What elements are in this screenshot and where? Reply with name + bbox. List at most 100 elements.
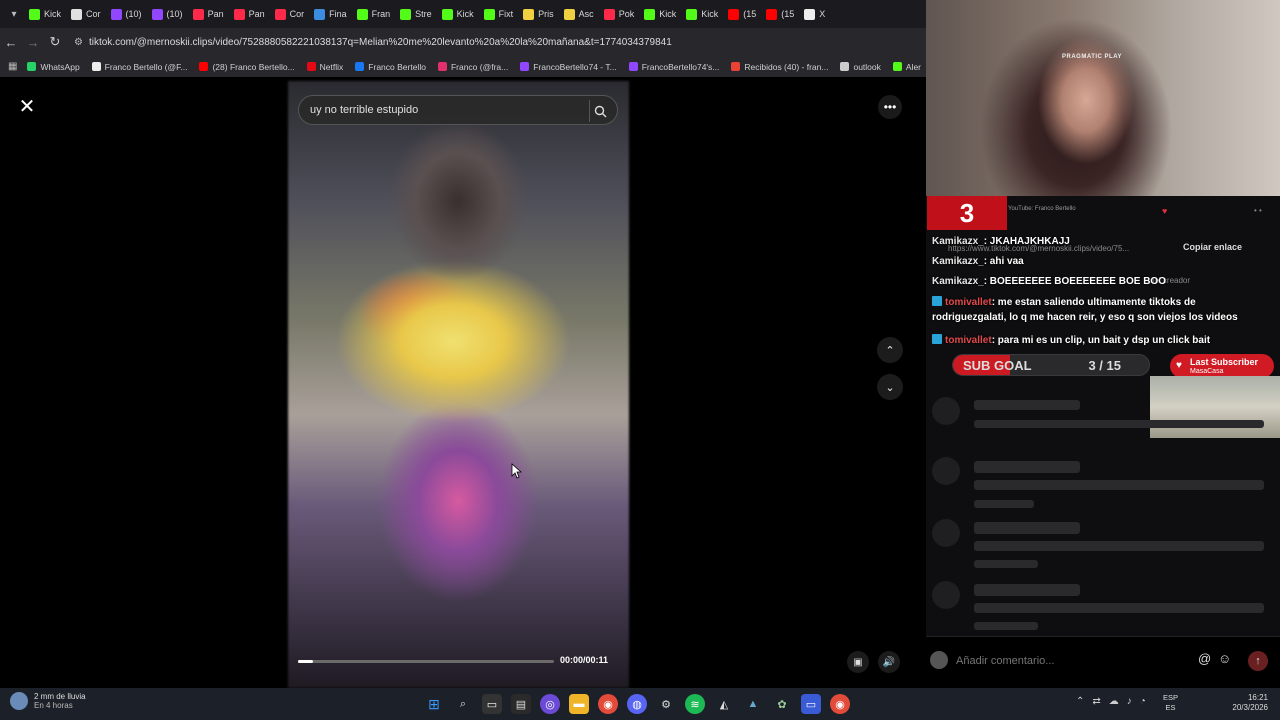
bookmark-item[interactable]: (28) Franco Bertello...	[199, 62, 295, 72]
browser-tab[interactable]: (10)	[106, 3, 147, 25]
browser-tab[interactable]: Kick	[681, 3, 723, 25]
bookmark-item[interactable]: FrancoBertello74 - T...	[520, 61, 617, 72]
app-tree-icon[interactable]: ✿	[772, 694, 792, 714]
chrome-icon[interactable]: ◉	[598, 694, 618, 714]
pip-icon[interactable]: ▣	[847, 651, 869, 673]
volume-icon[interactable]: 🔊	[878, 651, 900, 673]
bookmark-item[interactable]: Recibidos (40) - fran...	[731, 62, 828, 72]
browser-tab[interactable]: Pan	[188, 3, 229, 25]
browser-tab[interactable]: (15	[761, 3, 799, 25]
bookmark-favicon-icon	[355, 62, 365, 71]
bookmark-item[interactable]: outlook	[840, 62, 881, 72]
mention-icon[interactable]: @	[1198, 651, 1211, 666]
search-icon[interactable]: ⌕	[453, 694, 473, 714]
browser-tab[interactable]: Pris	[518, 3, 559, 25]
chrome-icon[interactable]: ◉	[830, 694, 850, 714]
send-icon[interactable]: ↑	[1248, 651, 1268, 671]
file-explorer-icon[interactable]: ▬	[569, 694, 589, 714]
language-line1: ESP	[1163, 693, 1179, 702]
forward-icon[interactable]: →	[22, 31, 44, 53]
browser-tab[interactable]: Kick	[639, 3, 681, 25]
chat-username: tomivallet	[945, 297, 992, 308]
url-field[interactable]: ⚙ tiktok.com/@mernoskii.clips/video/7528…	[74, 31, 926, 53]
comment-input[interactable]	[956, 651, 1196, 671]
previous-video-icon[interactable]: ⌃	[877, 337, 903, 363]
last-subscriber-name: MasaCasa	[1190, 368, 1224, 375]
next-video-icon[interactable]: ⌄	[877, 374, 903, 400]
tab-label: Kick	[659, 9, 677, 19]
video-progress-bar[interactable]	[298, 660, 554, 663]
comment-skeleton-line	[974, 522, 1080, 534]
wifi-icon[interactable]: ◔	[1140, 696, 1146, 707]
microphone-icon[interactable]: ♪	[1127, 696, 1132, 707]
app-triangle-icon[interactable]: ▲	[743, 694, 763, 714]
browser-tab[interactable]: Cor	[66, 3, 106, 25]
more-options-icon[interactable]: •••	[878, 95, 902, 119]
close-icon[interactable]: ✕	[16, 96, 38, 118]
language-indicator[interactable]: ESP ES	[1163, 693, 1178, 713]
browser-tab[interactable]: Fixt	[479, 3, 519, 25]
tab-search-icon[interactable]: ▾	[4, 4, 24, 24]
bookmark-favicon-icon	[840, 62, 850, 71]
bookmark-item[interactable]: FrancoBertello74's...	[628, 62, 719, 72]
store-icon[interactable]: ▤	[511, 694, 531, 714]
browser-tab[interactable]: Stre	[395, 3, 437, 25]
search-icon[interactable]	[589, 100, 611, 122]
reload-icon[interactable]: ↻	[44, 31, 66, 53]
network-icon[interactable]: ⇄	[1092, 696, 1100, 707]
browser-tab[interactable]: Asc	[559, 3, 599, 25]
browser-tab[interactable]: Cor	[270, 3, 310, 25]
tab-favicon-icon	[686, 8, 698, 20]
cloud-icon[interactable]: ☁	[1109, 696, 1119, 707]
video-player[interactable]	[288, 81, 629, 688]
app-settings-icon[interactable]: ⚙	[656, 694, 676, 714]
bookmark-item[interactable]: Franco (@fra...	[437, 62, 508, 72]
bookmark-label: FrancoBertello74 - T...	[533, 61, 617, 72]
spotify-icon[interactable]: ≋	[685, 694, 705, 714]
browser-tab-bar: ▾ Kick Cor (10) (10) Pan Pan Cor Fina Fran Stre Ki…	[0, 0, 926, 28]
clock[interactable]: 16:21 20/3/2026	[1228, 693, 1268, 713]
dots-icon: • •	[1254, 206, 1262, 215]
chevron-up-icon[interactable]: ⌃	[1076, 696, 1084, 707]
tab-label: Fina	[329, 9, 347, 19]
bookmark-item[interactable]: Franco Bertello (@F...	[91, 62, 187, 72]
emoji-icon[interactable]: ☺	[1218, 651, 1231, 666]
search-input[interactable]	[299, 104, 579, 116]
webcam-feed: PRAGMATIC PLAY	[926, 0, 1280, 200]
tab-label: (10)	[125, 9, 142, 19]
bookmark-item[interactable]: Franco Bertello	[355, 62, 426, 72]
app-monitor-icon[interactable]: ▭	[801, 694, 821, 714]
steam-icon[interactable]: ◭	[714, 694, 734, 714]
browser-tab[interactable]: Pan	[229, 3, 270, 25]
channel-logo: 3	[927, 196, 1007, 230]
url-text: tiktok.com/@mernoskii.clips/video/752888…	[88, 36, 672, 48]
browser-tab[interactable]: Kick	[24, 3, 66, 25]
tab-favicon-icon	[603, 8, 615, 20]
browser-tab[interactable]: Kick	[437, 3, 479, 25]
search-bar[interactable]	[298, 95, 618, 125]
chat-message: Kamikazx_: BOEEEEEEE BOEEEEEEE BOE BOO	[932, 274, 1272, 289]
task-view-icon[interactable]: ▭	[482, 694, 502, 714]
browser-tab[interactable]: Fina	[309, 3, 352, 25]
browser-tab[interactable]: (15	[723, 3, 761, 25]
browser-tab[interactable]: Pok	[599, 3, 640, 25]
windows-start-icon[interactable]: ⊞	[424, 694, 444, 714]
screen: ▾ Kick Cor (10) (10) Pan Pan Cor Fina Fran Stre Ki…	[0, 0, 1280, 720]
apps-grid-icon[interactable]: ▦	[8, 61, 17, 72]
browser-tab[interactable]: (10)	[147, 3, 188, 25]
browser-tab[interactable]: X	[799, 3, 830, 25]
comment-skeleton-line	[974, 603, 1264, 613]
comment-skeleton-avatar	[932, 519, 960, 547]
weather-widget[interactable]: 2 mm de lluvia En 4 horas	[10, 692, 86, 710]
bookmark-item[interactable]: Aler	[892, 62, 921, 72]
tab-label: Pok	[618, 9, 635, 19]
discord-icon[interactable]: ◍	[627, 694, 647, 714]
site-info-icon[interactable]: ⚙	[74, 37, 83, 48]
browser-tab[interactable]: Fran	[352, 3, 396, 25]
app-purple-icon[interactable]: ◎	[540, 694, 560, 714]
bookmark-item[interactable]: WhatsApp	[27, 62, 80, 72]
back-icon[interactable]: ←	[0, 31, 22, 53]
tab-label: Fran	[371, 9, 391, 19]
bookmark-item[interactable]: Netflix	[306, 62, 343, 72]
chat-username: tomivallet	[945, 335, 992, 346]
